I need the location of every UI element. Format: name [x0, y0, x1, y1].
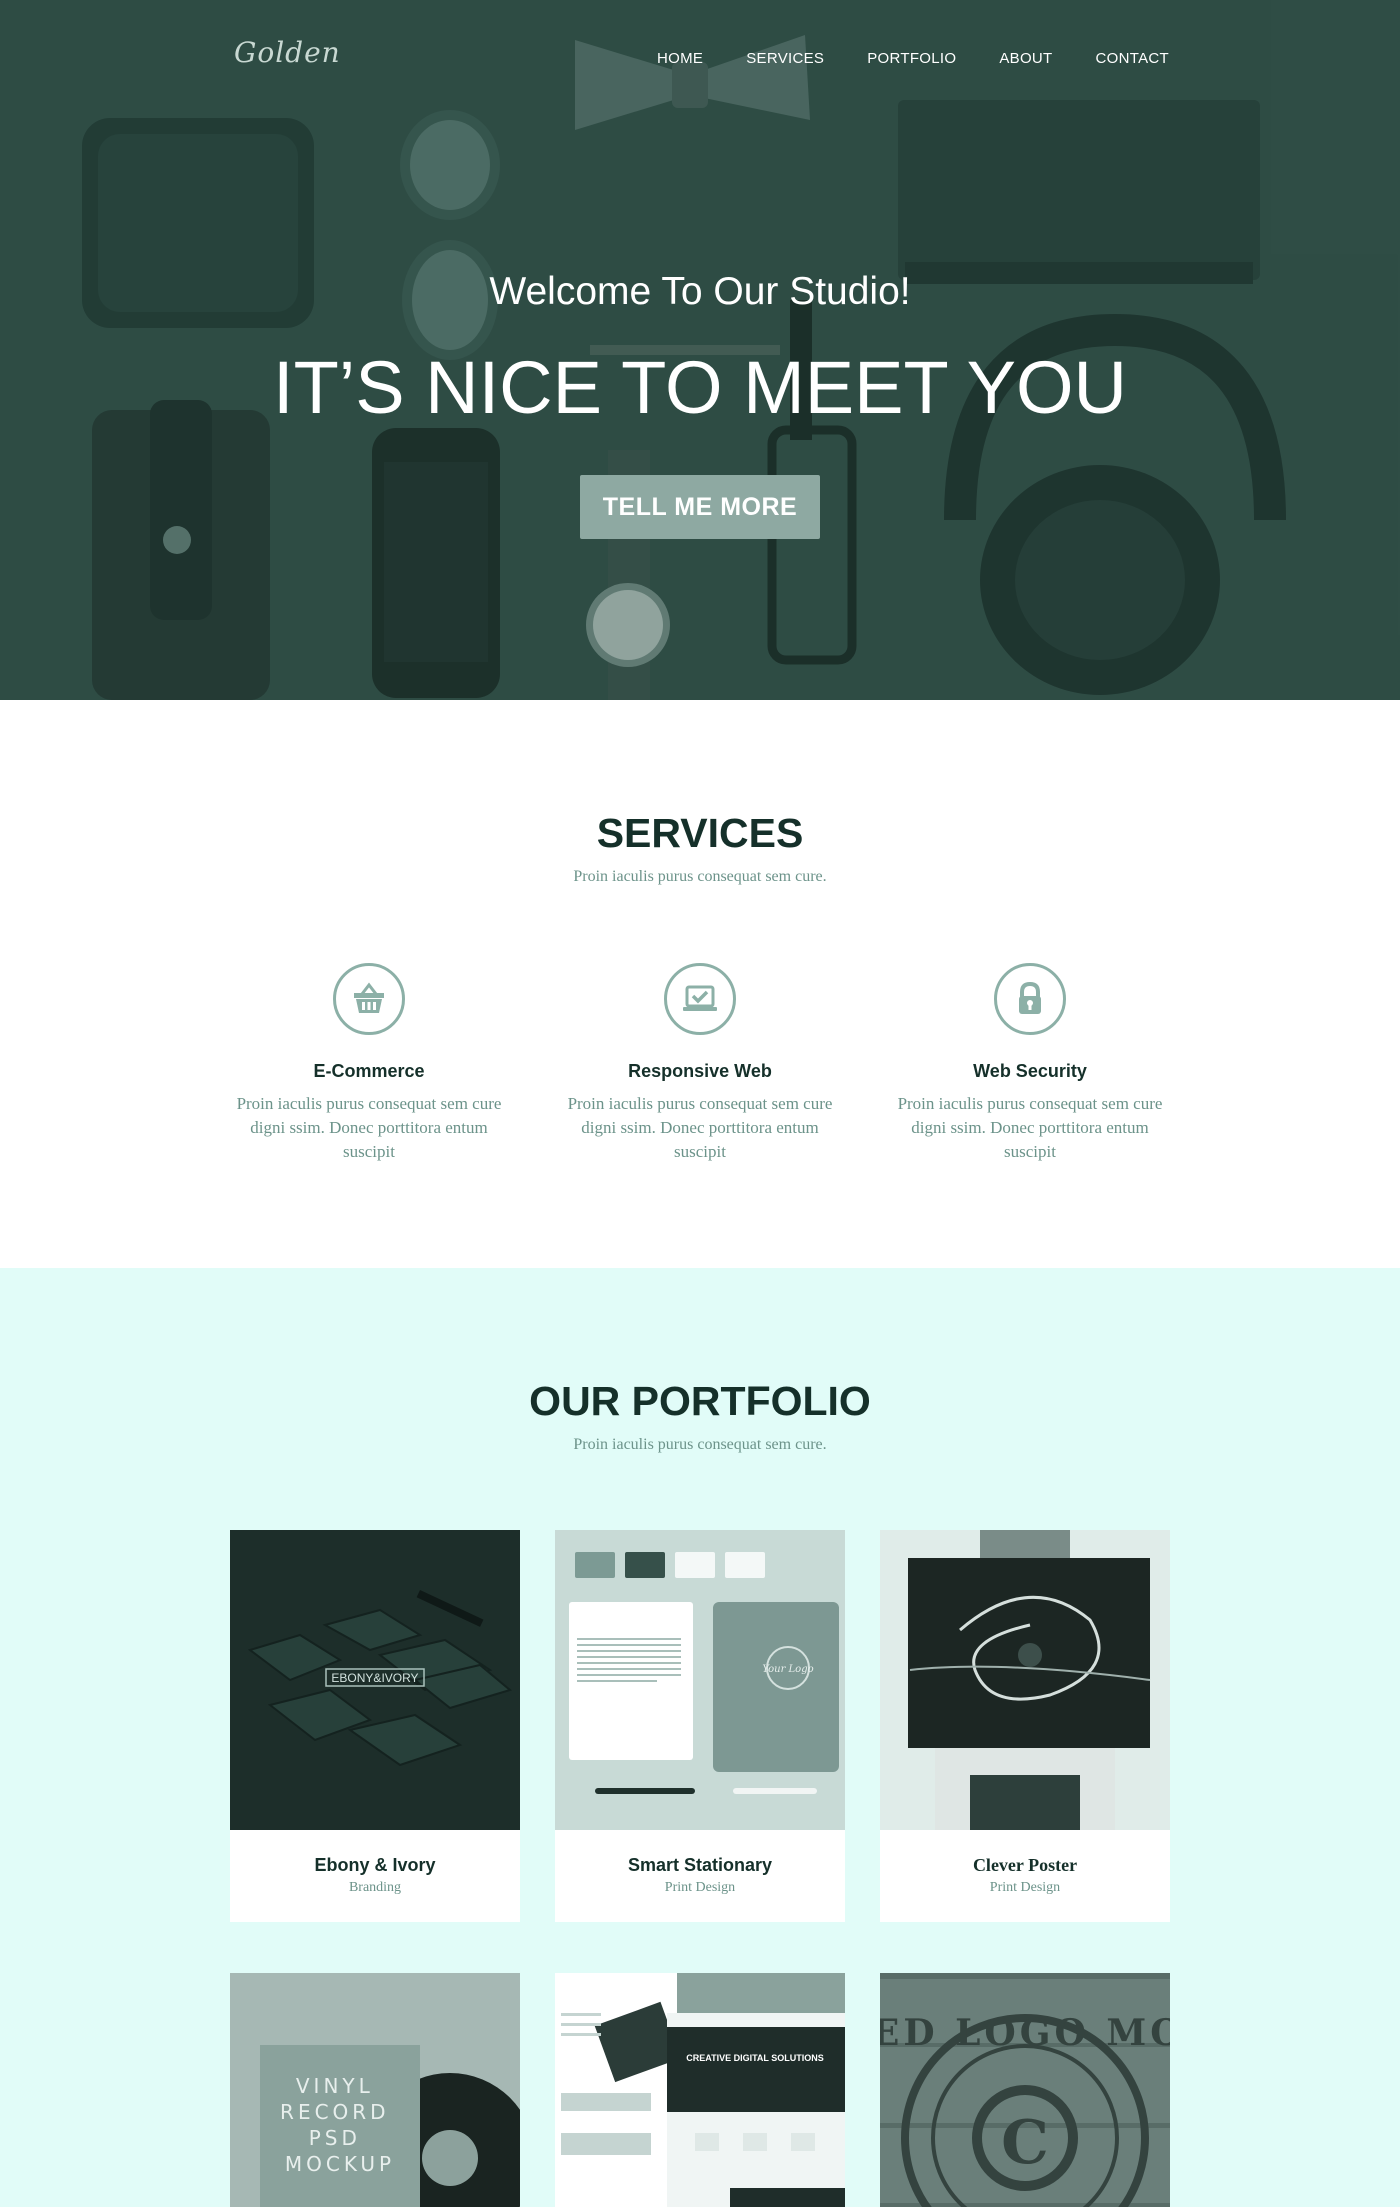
creative-digital-mark: CREATIVE DIGITAL SOLUTIONS — [686, 2053, 824, 2063]
nav-item-portfolio[interactable]: PORTFOLIO — [867, 50, 956, 67]
service-ecommerce: E-Commerce Proin iaculis purus consequat… — [234, 963, 504, 1164]
hero-subtitle: Welcome To Our Studio! — [489, 270, 911, 313]
service-title: E-Commerce — [313, 1061, 425, 1081]
service-description: Proin iaculis purus consequat sem cure d… — [567, 1094, 833, 1161]
portfolio-item-vinyl-record[interactable]: VINYL RECORD PSD MOCKUP — [230, 1973, 520, 2207]
hero-section: Golden HOME SERVICES PORTFOLIO ABOUT CON… — [0, 0, 1400, 700]
portfolio-item-title: Smart Stationary — [627, 1855, 773, 1875]
portfolio-section: OUR PORTFOLIO Proin iaculis purus conseq… — [0, 1268, 1400, 2207]
laptop-check-icon — [664, 963, 736, 1035]
burned-logo-mark: BURNED LOGO MOCKUP — [880, 2012, 1170, 2054]
portfolio-image: Your Logo — [555, 1530, 845, 1830]
service-title: Web Security — [973, 1061, 1087, 1081]
vinyl-mark-line: RECORD — [280, 2100, 390, 2124]
portfolio-caption: Clever Poster Print Design — [880, 1830, 1170, 1922]
portfolio-image: CREATIVE DIGITAL SOLUTIONS — [555, 1973, 845, 2207]
lock-icon — [994, 963, 1066, 1035]
basket-icon — [333, 963, 405, 1035]
vinyl-mark-line: PSD — [309, 2126, 361, 2150]
portfolio-item-title: Ebony & Ivory — [314, 1855, 436, 1875]
portfolio-item-category: Print Design — [989, 1880, 1061, 1895]
vinyl-mark-line: VINYL — [296, 2074, 374, 2098]
portfolio-caption: Smart Stationary Print Design — [555, 1830, 845, 1922]
tell-me-more-button[interactable]: TELL ME MORE — [580, 475, 820, 539]
portfolio-image — [880, 1530, 1170, 1830]
burned-logo-letter: C — [1001, 2108, 1049, 2178]
portfolio-item-category: Branding — [348, 1880, 402, 1895]
portfolio-item-burned-logo[interactable]: BURNED LOGO MOCKUP C — [880, 1973, 1170, 2207]
nav-item-contact[interactable]: CONTACT — [1096, 50, 1169, 67]
main-navigation: Golden HOME SERVICES PORTFOLIO ABOUT CON… — [0, 0, 1400, 110]
portfolio-item-ebony-ivory[interactable]: EBONY&IVORY Ebony & Ivory Branding — [230, 1530, 520, 1922]
portfolio-item-creative-digital[interactable]: CREATIVE DIGITAL SOLUTIONS — [555, 1973, 845, 2207]
site-logo[interactable]: Golden — [234, 36, 341, 69]
portfolio-caption: Ebony & Ivory Branding — [230, 1830, 520, 1922]
services-subtitle: Proin iaculis purus consequat sem cure. — [573, 868, 827, 885]
service-title: Responsive Web — [628, 1061, 772, 1081]
nav-item-about[interactable]: ABOUT — [999, 50, 1052, 67]
portfolio-image: EBONY&IVORY — [230, 1530, 520, 1830]
service-description: Proin iaculis purus consequat sem cure d… — [236, 1094, 502, 1161]
portfolio-title: OUR PORTFOLIO — [529, 1378, 871, 1424]
your-logo-mark: Your Logo — [762, 1664, 813, 1675]
vinyl-mark-line: MOCKUP — [285, 2152, 395, 2176]
portfolio-item-clever-poster[interactable]: Clever Poster Print Design — [880, 1530, 1170, 1922]
portfolio-item-category: Print Design — [664, 1880, 736, 1895]
services-section: SERVICES Proin iaculis purus consequat s… — [0, 700, 1400, 1268]
nav-item-services[interactable]: SERVICES — [746, 50, 824, 67]
service-responsive-web: Responsive Web Proin iaculis purus conse… — [565, 963, 835, 1164]
service-web-security: Web Security Proin iaculis purus consequ… — [895, 963, 1165, 1164]
portfolio-image: BURNED LOGO MOCKUP C — [880, 1973, 1170, 2207]
nav-menu: HOME SERVICES PORTFOLIO ABOUT CONTACT — [614, 50, 1169, 67]
portfolio-image: VINYL RECORD PSD MOCKUP — [230, 1973, 520, 2207]
portfolio-subtitle: Proin iaculis purus consequat sem cure. — [573, 1436, 827, 1453]
ebony-ivory-mark: EBONY&IVORY — [331, 1671, 418, 1685]
services-title: SERVICES — [596, 810, 804, 856]
portfolio-item-smart-stationary[interactable]: Your Logo Smart Stationary Print Design — [555, 1530, 845, 1922]
hero-title: IT’S NICE TO MEET YOU — [273, 346, 1127, 429]
nav-item-home[interactable]: HOME — [657, 50, 703, 67]
service-description: Proin iaculis purus consequat sem cure d… — [897, 1094, 1163, 1161]
portfolio-item-title: Clever Poster — [972, 1855, 1078, 1875]
